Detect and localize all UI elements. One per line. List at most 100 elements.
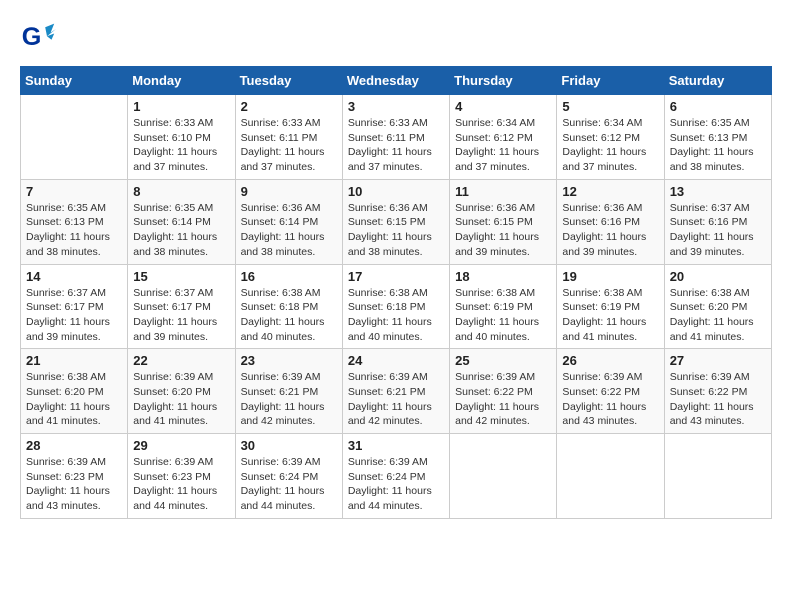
day-number: 15 — [133, 269, 229, 284]
header-row: SundayMondayTuesdayWednesdayThursdayFrid… — [21, 67, 772, 95]
day-number: 2 — [241, 99, 337, 114]
calendar-cell: 13 Sunrise: 6:37 AM Sunset: 6:16 PM Dayli… — [664, 179, 771, 264]
svg-text:G: G — [22, 23, 42, 51]
header-cell-wednesday: Wednesday — [342, 67, 449, 95]
day-info: Sunrise: 6:37 AM Sunset: 6:17 PM Dayligh… — [133, 286, 229, 345]
calendar-cell: 5 Sunrise: 6:34 AM Sunset: 6:12 PM Daylig… — [557, 95, 664, 180]
day-number: 26 — [562, 353, 658, 368]
calendar-cell: 31 Sunrise: 6:39 AM Sunset: 6:24 PM Dayli… — [342, 434, 449, 519]
day-number: 28 — [26, 438, 122, 453]
day-number: 9 — [241, 184, 337, 199]
logo-icon: G — [20, 20, 56, 56]
day-number: 5 — [562, 99, 658, 114]
calendar-cell: 3 Sunrise: 6:33 AM Sunset: 6:11 PM Daylig… — [342, 95, 449, 180]
day-info: Sunrise: 6:39 AM Sunset: 6:22 PM Dayligh… — [670, 370, 766, 429]
day-info: Sunrise: 6:34 AM Sunset: 6:12 PM Dayligh… — [562, 116, 658, 175]
calendar-cell — [557, 434, 664, 519]
calendar-cell: 20Sunrise: 6:38 AM Sunset: 6:20 PM Dayli… — [664, 264, 771, 349]
day-number: 21 — [26, 353, 122, 368]
calendar-cell: 24 Sunrise: 6:39 AM Sunset: 6:21 PM Dayli… — [342, 349, 449, 434]
day-info: Sunrise: 6:38 AM Sunset: 6:18 PM Dayligh… — [241, 286, 337, 345]
day-number: 25 — [455, 353, 551, 368]
calendar-cell: 4Sunrise: 6:34 AM Sunset: 6:12 PM Daylig… — [450, 95, 557, 180]
day-number: 10 — [348, 184, 444, 199]
calendar-cell: 30 Sunrise: 6:39 AM Sunset: 6:24 PM Dayli… — [235, 434, 342, 519]
day-info: Sunrise: 6:38 AM Sunset: 6:20 PM Dayligh… — [26, 370, 122, 429]
header-cell-tuesday: Tuesday — [235, 67, 342, 95]
calendar-cell: 28 Sunrise: 6:39 AM Sunset: 6:23 PM Dayli… — [21, 434, 128, 519]
week-row-5: 28 Sunrise: 6:39 AM Sunset: 6:23 PM Dayli… — [21, 434, 772, 519]
day-number: 19 — [562, 269, 658, 284]
calendar-cell: 27 Sunrise: 6:39 AM Sunset: 6:22 PM Dayli… — [664, 349, 771, 434]
day-number: 6 — [670, 99, 766, 114]
calendar-cell: 2 Sunrise: 6:33 AM Sunset: 6:11 PM Daylig… — [235, 95, 342, 180]
day-number: 4 — [455, 99, 551, 114]
day-info: Sunrise: 6:36 AM Sunset: 6:16 PM Dayligh… — [562, 201, 658, 260]
header-cell-thursday: Thursday — [450, 67, 557, 95]
day-number: 1 — [133, 99, 229, 114]
day-number: 13 — [670, 184, 766, 199]
calendar-cell: 1 Sunrise: 6:33 AM Sunset: 6:10 PM Daylig… — [128, 95, 235, 180]
week-row-3: 14 Sunrise: 6:37 AM Sunset: 6:17 PM Dayli… — [21, 264, 772, 349]
calendar-cell: 19 Sunrise: 6:38 AM Sunset: 6:19 PM Dayli… — [557, 264, 664, 349]
calendar-header: SundayMondayTuesdayWednesdayThursdayFrid… — [21, 67, 772, 95]
calendar-cell: 26Sunrise: 6:39 AM Sunset: 6:22 PM Dayli… — [557, 349, 664, 434]
day-info: Sunrise: 6:39 AM Sunset: 6:23 PM Dayligh… — [26, 455, 122, 514]
week-row-4: 21 Sunrise: 6:38 AM Sunset: 6:20 PM Dayli… — [21, 349, 772, 434]
calendar-cell: 23 Sunrise: 6:39 AM Sunset: 6:21 PM Dayli… — [235, 349, 342, 434]
day-number: 3 — [348, 99, 444, 114]
calendar-cell: 10 Sunrise: 6:36 AM Sunset: 6:15 PM Dayli… — [342, 179, 449, 264]
day-number: 30 — [241, 438, 337, 453]
header-cell-sunday: Sunday — [21, 67, 128, 95]
day-info: Sunrise: 6:39 AM Sunset: 6:24 PM Dayligh… — [348, 455, 444, 514]
day-number: 31 — [348, 438, 444, 453]
day-number: 22 — [133, 353, 229, 368]
day-number: 11 — [455, 184, 551, 199]
day-number: 18 — [455, 269, 551, 284]
header-cell-saturday: Saturday — [664, 67, 771, 95]
day-number: 17 — [348, 269, 444, 284]
day-info: Sunrise: 6:36 AM Sunset: 6:15 PM Dayligh… — [348, 201, 444, 260]
calendar-cell — [664, 434, 771, 519]
day-number: 29 — [133, 438, 229, 453]
day-info: Sunrise: 6:39 AM Sunset: 6:21 PM Dayligh… — [348, 370, 444, 429]
calendar-table: SundayMondayTuesdayWednesdayThursdayFrid… — [20, 66, 772, 519]
day-info: Sunrise: 6:39 AM Sunset: 6:24 PM Dayligh… — [241, 455, 337, 514]
calendar-cell: 16Sunrise: 6:38 AM Sunset: 6:18 PM Dayli… — [235, 264, 342, 349]
calendar-cell: 14 Sunrise: 6:37 AM Sunset: 6:17 PM Dayli… — [21, 264, 128, 349]
calendar-cell: 11Sunrise: 6:36 AM Sunset: 6:15 PM Dayli… — [450, 179, 557, 264]
calendar-cell: 22 Sunrise: 6:39 AM Sunset: 6:20 PM Dayli… — [128, 349, 235, 434]
day-info: Sunrise: 6:39 AM Sunset: 6:21 PM Dayligh… — [241, 370, 337, 429]
day-info: Sunrise: 6:37 AM Sunset: 6:16 PM Dayligh… — [670, 201, 766, 260]
day-info: Sunrise: 6:38 AM Sunset: 6:20 PM Dayligh… — [670, 286, 766, 345]
calendar-body: 1 Sunrise: 6:33 AM Sunset: 6:10 PM Daylig… — [21, 95, 772, 519]
calendar-cell: 8 Sunrise: 6:35 AM Sunset: 6:14 PM Daylig… — [128, 179, 235, 264]
day-number: 24 — [348, 353, 444, 368]
calendar-cell: 12Sunrise: 6:36 AM Sunset: 6:16 PM Dayli… — [557, 179, 664, 264]
calendar-cell: 25Sunrise: 6:39 AM Sunset: 6:22 PM Dayli… — [450, 349, 557, 434]
calendar-cell: 29 Sunrise: 6:39 AM Sunset: 6:23 PM Dayli… — [128, 434, 235, 519]
day-number: 14 — [26, 269, 122, 284]
day-number: 7 — [26, 184, 122, 199]
day-info: Sunrise: 6:35 AM Sunset: 6:13 PM Dayligh… — [26, 201, 122, 260]
day-number: 27 — [670, 353, 766, 368]
day-info: Sunrise: 6:39 AM Sunset: 6:20 PM Dayligh… — [133, 370, 229, 429]
calendar-cell — [21, 95, 128, 180]
day-info: Sunrise: 6:35 AM Sunset: 6:13 PM Dayligh… — [670, 116, 766, 175]
day-info: Sunrise: 6:35 AM Sunset: 6:14 PM Dayligh… — [133, 201, 229, 260]
day-number: 23 — [241, 353, 337, 368]
calendar-cell: 7 Sunrise: 6:35 AM Sunset: 6:13 PM Daylig… — [21, 179, 128, 264]
calendar-cell: 9Sunrise: 6:36 AM Sunset: 6:14 PM Daylig… — [235, 179, 342, 264]
calendar-cell: 18Sunrise: 6:38 AM Sunset: 6:19 PM Dayli… — [450, 264, 557, 349]
day-info: Sunrise: 6:37 AM Sunset: 6:17 PM Dayligh… — [26, 286, 122, 345]
calendar-cell: 6 Sunrise: 6:35 AM Sunset: 6:13 PM Daylig… — [664, 95, 771, 180]
week-row-1: 1 Sunrise: 6:33 AM Sunset: 6:10 PM Daylig… — [21, 95, 772, 180]
day-info: Sunrise: 6:39 AM Sunset: 6:23 PM Dayligh… — [133, 455, 229, 514]
day-info: Sunrise: 6:38 AM Sunset: 6:19 PM Dayligh… — [562, 286, 658, 345]
day-info: Sunrise: 6:33 AM Sunset: 6:11 PM Dayligh… — [348, 116, 444, 175]
day-info: Sunrise: 6:33 AM Sunset: 6:11 PM Dayligh… — [241, 116, 337, 175]
calendar-cell: 15 Sunrise: 6:37 AM Sunset: 6:17 PM Dayli… — [128, 264, 235, 349]
page-header: G — [20, 20, 772, 56]
day-number: 8 — [133, 184, 229, 199]
day-info: Sunrise: 6:33 AM Sunset: 6:10 PM Dayligh… — [133, 116, 229, 175]
